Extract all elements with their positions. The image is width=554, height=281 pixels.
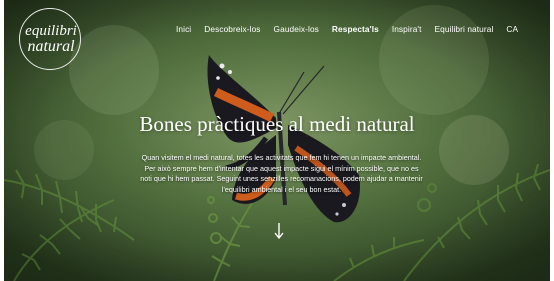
nav-item-descobreix-los[interactable]: Descobreix-los	[204, 24, 260, 34]
nav-item-inici[interactable]: Inici	[176, 24, 191, 34]
page-title: Bones pràctiques al medi natural	[139, 112, 415, 136]
nav-item-inspirat[interactable]: Inspira't	[392, 24, 422, 34]
nav-item-equilibri-natural[interactable]: Equilibri natural	[435, 24, 494, 34]
logo-text-line1: equilibri	[25, 23, 77, 39]
language-selector[interactable]: CA	[506, 24, 518, 34]
hero-section: equilibri natural Inici Descobreix-los G…	[4, 0, 550, 281]
logo-text-line2: natural	[27, 38, 75, 55]
nav-item-gaudeix-los[interactable]: Gaudeix-los	[274, 24, 319, 34]
site-logo[interactable]: equilibri natural	[19, 8, 81, 70]
intro-paragraph: Quan visitem el medi natural, totes les …	[140, 153, 423, 194]
nav-item-respectals[interactable]: Respecta'ls	[332, 24, 379, 34]
main-nav: Inici Descobreix-los Gaudeix-los Respect…	[176, 24, 518, 34]
arrow-down-icon[interactable]	[274, 222, 284, 240]
